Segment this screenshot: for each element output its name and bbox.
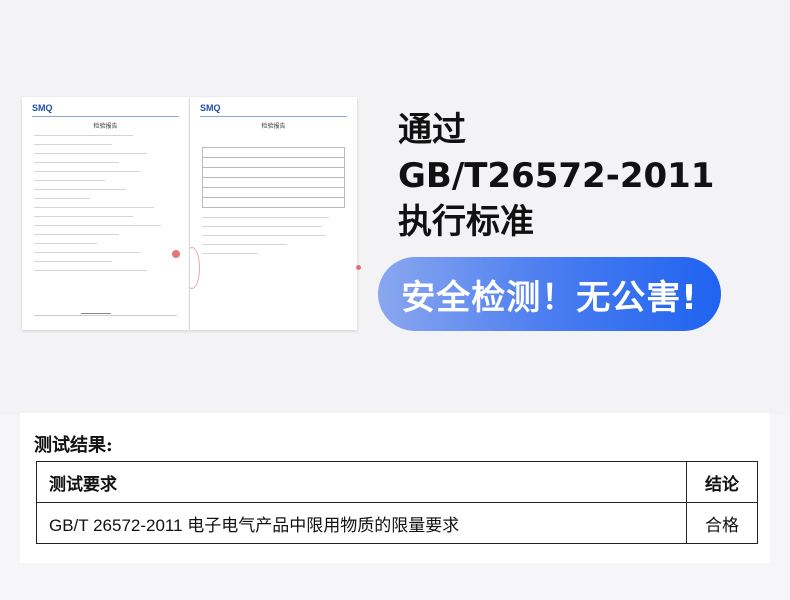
headline: 通过 GB/T26572-2011 执行标准 xyxy=(398,107,714,245)
report-title-left: 检验报告 xyxy=(93,123,118,130)
header-rule xyxy=(32,116,179,117)
smq-logo: SMQ xyxy=(32,103,53,113)
smq-logo-right: SMQ xyxy=(200,103,221,113)
header-rule-right xyxy=(200,116,347,117)
header-requirement: 测试要求 xyxy=(36,461,687,503)
table-header-row: 测试要求 结论 xyxy=(36,461,758,503)
table-row: GB/T 26572-2011 电子电气产品中限用物质的限量要求 合格 xyxy=(36,502,758,544)
signature-line xyxy=(34,315,177,316)
red-stamp-icon xyxy=(172,250,180,258)
report-page-left: SMQ 检验报告 xyxy=(22,97,189,330)
report-body-lines xyxy=(34,135,175,279)
row-conclusion: 合格 xyxy=(686,502,758,544)
results-panel: 测试结果: 测试要求 结论 GB/T 26572-2011 电子电气产品中限用物… xyxy=(20,413,770,563)
report-title-right: 检验报告 xyxy=(261,123,286,130)
results-title: 测试结果: xyxy=(34,435,113,456)
row-requirement: GB/T 26572-2011 电子电气产品中限用物质的限量要求 xyxy=(36,502,687,544)
report-notes xyxy=(202,217,343,262)
report-page-right: SMQ 检验报告 xyxy=(190,97,357,330)
results-table: 测试要求 结论 GB/T 26572-2011 电子电气产品中限用物质的限量要求… xyxy=(36,461,758,544)
report-table xyxy=(202,147,345,208)
stamp-seal-icon xyxy=(190,247,200,289)
headline-line-1: 通过 xyxy=(398,110,466,150)
headline-line-2: GB/T26572-2011 xyxy=(398,156,715,196)
red-stamp-icon-small xyxy=(356,265,361,270)
safety-badge: 安全检测！无公害! xyxy=(378,257,721,331)
header-conclusion: 结论 xyxy=(686,461,758,503)
safety-badge-text: 安全检测！无公害! xyxy=(401,277,698,318)
signature-mark xyxy=(80,307,114,314)
headline-line-3: 执行标准 xyxy=(398,202,534,242)
